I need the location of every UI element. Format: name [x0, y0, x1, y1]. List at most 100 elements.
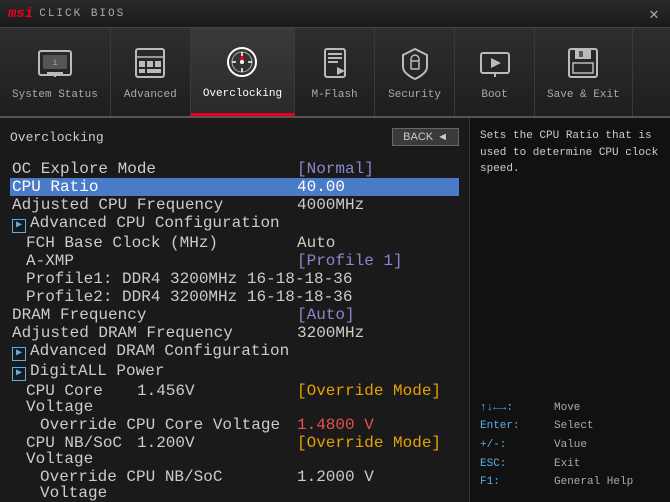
row-val-fch-base-clock: Auto: [297, 235, 457, 251]
row-key-a-xmp: A-XMP: [12, 253, 297, 269]
title-bar: msi CLICK BIOS ✕: [0, 0, 670, 28]
hint-key: ↑↓←→:: [480, 399, 550, 418]
nav-m-flash-label: M-Flash: [311, 89, 357, 101]
row-val-a-xmp: [Profile 1]: [297, 253, 457, 269]
svg-text:i: i: [53, 59, 58, 68]
row-key-oc-explore: OC Explore Mode: [12, 161, 297, 177]
row-key-cpu-core-volt: CPU Core Voltage: [12, 383, 137, 415]
nav-boot[interactable]: Boot: [455, 28, 535, 116]
nav-security-label: Security: [388, 89, 441, 101]
advanced-icon: [130, 43, 170, 83]
group-icon-digitall-power: ▶: [12, 367, 26, 381]
security-icon: [395, 43, 435, 83]
back-label: BACK: [403, 131, 433, 143]
bios-row-adj-cpu-freq[interactable]: Adjusted CPU Frequency4000MHz: [10, 196, 459, 214]
row-key-adj-cpu-freq: Adjusted CPU Frequency: [12, 197, 297, 213]
boot-icon: [475, 43, 515, 83]
row-val-ovr-cpu-core-volt: 1.4800 V: [297, 417, 457, 433]
nav-save-exit-label: Save & Exit: [547, 89, 620, 101]
back-arrow-icon: ◄: [437, 131, 448, 143]
back-button[interactable]: BACK ◄: [392, 128, 459, 146]
row-key-ovr-cpu-core-volt: Override CPU Core Voltage: [12, 417, 297, 433]
hint-row: F1:General Help: [480, 473, 660, 492]
row-key-digitall-power: ▶DigitALL Power: [12, 363, 457, 381]
save-exit-icon: [563, 43, 603, 83]
row-val2-cpu-nb-soc-volt: [Override Mode]: [297, 435, 457, 467]
main-content: Overclocking BACK ◄ OC Explore Mode[Norm…: [0, 118, 670, 502]
row-key-cpu-nb-soc-volt: CPU NB/SoC Voltage: [12, 435, 137, 467]
hint-action: Select: [554, 417, 594, 436]
overclocking-icon: [222, 42, 262, 82]
bios-row-cpu-ratio[interactable]: CPU Ratio40.00: [10, 178, 459, 196]
hint-action: Exit: [554, 455, 580, 474]
bios-row-profile2[interactable]: Profile2: DDR4 3200MHz 16-18-18-36: [10, 288, 459, 306]
left-panel: Overclocking BACK ◄ OC Explore Mode[Norm…: [0, 118, 470, 502]
key-hints: ↑↓←→:MoveEnter:Select+/-:ValueESC:ExitF1…: [480, 399, 660, 492]
titlebar-logo: msi CLICK BIOS: [8, 6, 125, 22]
nav-boot-label: Boot: [481, 89, 507, 101]
hint-action: Value: [554, 436, 587, 455]
row-val-cpu-core-volt: 1.456V: [137, 383, 297, 415]
hint-row: ESC:Exit: [480, 455, 660, 474]
hint-row: ↑↓←→:Move: [480, 399, 660, 418]
nav-system-status-label: System Status: [12, 89, 98, 101]
bios-row-ovr-cpu-core-volt[interactable]: Override CPU Core Voltage1.4800 V: [10, 416, 459, 434]
row-key-profile1: Profile1: DDR4 3200MHz 16-18-18-36: [12, 271, 457, 287]
row-val-ovr-cpu-nb-soc-volt: 1.2000 V: [297, 469, 457, 501]
row-key-adj-dram-freq: Adjusted DRAM Frequency: [12, 325, 297, 341]
row-key-fch-base-clock: FCH Base Clock (MHz): [12, 235, 297, 251]
nav-overclocking-label: Overclocking: [203, 88, 282, 100]
hint-key: Enter:: [480, 417, 550, 436]
hint-action: General Help: [554, 473, 633, 492]
hint-row: Enter:Select: [480, 417, 660, 436]
bios-row-adv-cpu-config[interactable]: ▶Advanced CPU Configuration: [10, 214, 459, 234]
row-val-adj-dram-freq: 3200MHz: [297, 325, 457, 341]
row-val-dram-freq: [Auto]: [297, 307, 457, 323]
nav-bar: i System Status Advanced Overclocking M-…: [0, 28, 670, 118]
nav-save-exit[interactable]: Save & Exit: [535, 28, 633, 116]
nav-system-status[interactable]: i System Status: [0, 28, 111, 116]
bios-row-profile1[interactable]: Profile1: DDR4 3200MHz 16-18-18-36: [10, 270, 459, 288]
hint-action: Move: [554, 399, 580, 418]
hint-row: +/-:Value: [480, 436, 660, 455]
row-val-cpu-ratio: 40.00: [297, 179, 457, 195]
row-key-dram-freq: DRAM Frequency: [12, 307, 297, 323]
row-key-cpu-ratio: CPU Ratio: [12, 179, 297, 195]
group-icon-adv-cpu-config: ▶: [12, 219, 26, 233]
bios-row-a-xmp[interactable]: A-XMP[Profile 1]: [10, 252, 459, 270]
bios-row-adv-dram-config[interactable]: ▶Advanced DRAM Configuration: [10, 342, 459, 362]
close-button[interactable]: ✕: [646, 6, 662, 22]
system-status-icon: i: [35, 43, 75, 83]
nav-advanced-label: Advanced: [124, 89, 177, 101]
bios-row-ovr-cpu-nb-soc-volt[interactable]: Override CPU NB/SoC Voltage1.2000 V: [10, 468, 459, 502]
row-key-ovr-cpu-nb-soc-volt: Override CPU NB/SoC Voltage: [12, 469, 297, 501]
bios-row-cpu-nb-soc-volt[interactable]: CPU NB/SoC Voltage1.200V[Override Mode]: [10, 434, 459, 468]
row-key-adv-cpu-config: ▶Advanced CPU Configuration: [12, 215, 457, 233]
bios-row-fch-base-clock[interactable]: FCH Base Clock (MHz)Auto: [10, 234, 459, 252]
nav-m-flash[interactable]: M-Flash: [295, 28, 375, 116]
hint-key: F1:: [480, 473, 550, 492]
row-val-oc-explore: [Normal]: [297, 161, 457, 177]
row-key-profile2: Profile2: DDR4 3200MHz 16-18-18-36: [12, 289, 457, 305]
nav-advanced[interactable]: Advanced: [111, 28, 191, 116]
m-flash-icon: [315, 43, 355, 83]
bios-row-oc-explore[interactable]: OC Explore Mode[Normal]: [10, 160, 459, 178]
msi-logo: msi: [8, 6, 33, 22]
row-val2-cpu-core-volt: [Override Mode]: [297, 383, 457, 415]
section-title: Overclocking: [10, 130, 104, 145]
bios-row-cpu-core-volt[interactable]: CPU Core Voltage1.456V[Override Mode]: [10, 382, 459, 416]
row-val-adj-cpu-freq: 4000MHz: [297, 197, 457, 213]
group-icon-adv-dram-config: ▶: [12, 347, 26, 361]
row-key-adv-dram-config: ▶Advanced DRAM Configuration: [12, 343, 457, 361]
bios-row-digitall-power[interactable]: ▶DigitALL Power: [10, 362, 459, 382]
right-panel: Sets the CPU Ratio that is used to deter…: [470, 118, 670, 502]
nav-security[interactable]: Security: [375, 28, 455, 116]
nav-overclocking[interactable]: Overclocking: [191, 28, 295, 116]
bios-row-dram-freq[interactable]: DRAM Frequency[Auto]: [10, 306, 459, 324]
bios-rows: OC Explore Mode[Normal]CPU Ratio40.00Adj…: [10, 160, 459, 502]
bios-row-adj-dram-freq[interactable]: Adjusted DRAM Frequency3200MHz: [10, 324, 459, 342]
hint-key: ESC:: [480, 455, 550, 474]
help-text: Sets the CPU Ratio that is used to deter…: [480, 128, 660, 178]
row-val-cpu-nb-soc-volt: 1.200V: [137, 435, 297, 467]
click-bios-text: CLICK BIOS: [39, 8, 125, 20]
